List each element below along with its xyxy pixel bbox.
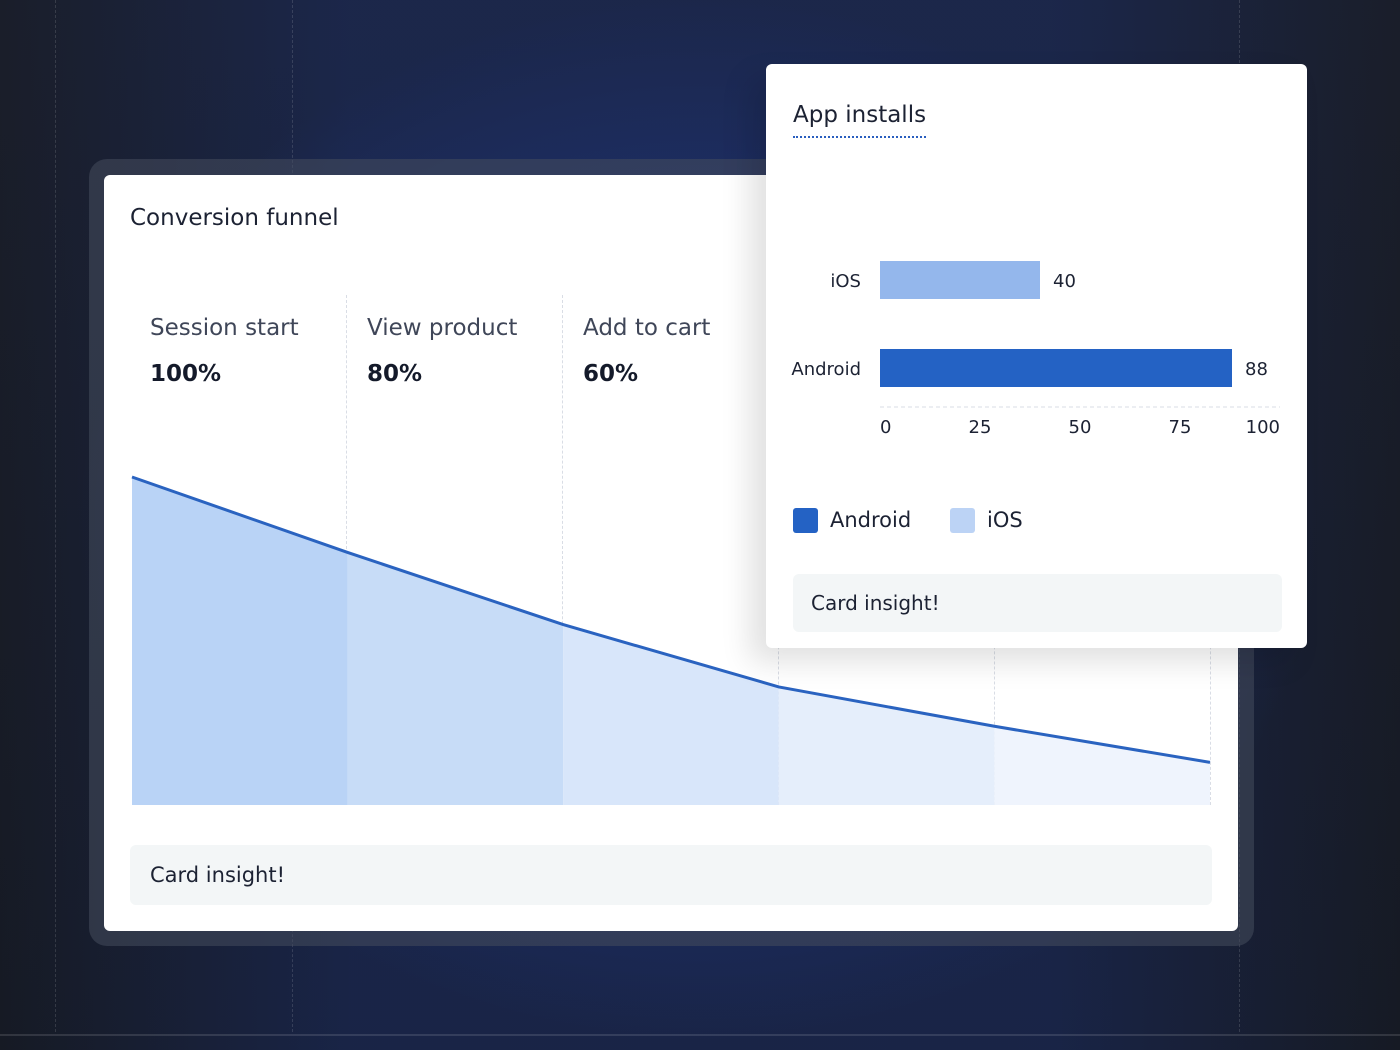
x-tick-label: 25 — [969, 417, 992, 438]
legend-label-ios: iOS — [987, 508, 1023, 532]
funnel-segment — [994, 726, 1210, 805]
funnel-segment — [563, 624, 779, 805]
funnel-segment — [778, 686, 995, 805]
legend-label-android: Android — [830, 508, 912, 532]
card-insight: Card insight! — [793, 574, 1282, 632]
x-tick-label: 100 — [1246, 417, 1280, 438]
category-label: Android — [791, 359, 861, 380]
background-baseline — [0, 1034, 1400, 1036]
legend-swatch-ios — [950, 507, 975, 533]
legend-swatch-android — [793, 507, 818, 533]
x-tick-label: 75 — [1169, 417, 1192, 438]
legend-item-ios[interactable]: iOS — [950, 507, 1023, 533]
legend-item-android[interactable]: Android — [793, 507, 911, 533]
category-label: iOS — [830, 271, 861, 292]
app-installs-card: App installs iOS 40 Android 88 0 25 50 75 100 An… — [766, 64, 1307, 648]
bar-ios — [880, 261, 1040, 299]
bar-value-label: 40 — [1053, 271, 1076, 292]
funnel-segment — [347, 552, 564, 805]
funnel-segment — [132, 477, 348, 805]
card-insight: Card insight! — [130, 845, 1212, 905]
card-insight-text: Card insight! — [150, 863, 286, 887]
x-tick-label: 0 — [880, 417, 891, 438]
x-tick-label: 50 — [1069, 417, 1092, 438]
bar-value-label: 88 — [1245, 359, 1268, 380]
app-installs-bar-chart: iOS 40 Android 88 0 25 50 75 100 — [791, 261, 1280, 438]
background-gridline — [55, 0, 56, 1032]
card-insight-text: Card insight! — [811, 591, 940, 615]
bar-android — [880, 349, 1232, 387]
